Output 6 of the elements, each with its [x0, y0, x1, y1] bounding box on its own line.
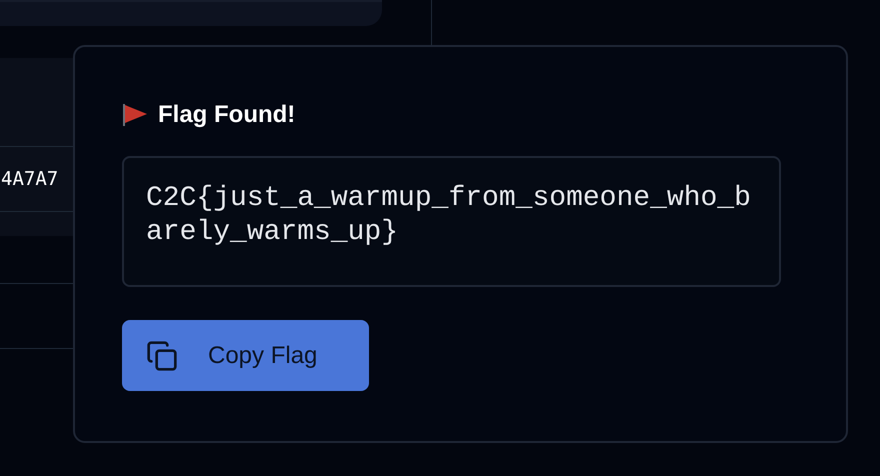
- copy-icon: [146, 340, 178, 372]
- flag-text: C2C{just_a_warmup_from_someone_who_barely_warms_up}: [146, 182, 752, 250]
- flag-icon: [122, 103, 148, 127]
- table-cell-text: 4A7A7: [0, 166, 58, 192]
- dialog-title: Flag Found!: [158, 100, 296, 130]
- copy-flag-button[interactable]: Copy Flag: [122, 320, 369, 391]
